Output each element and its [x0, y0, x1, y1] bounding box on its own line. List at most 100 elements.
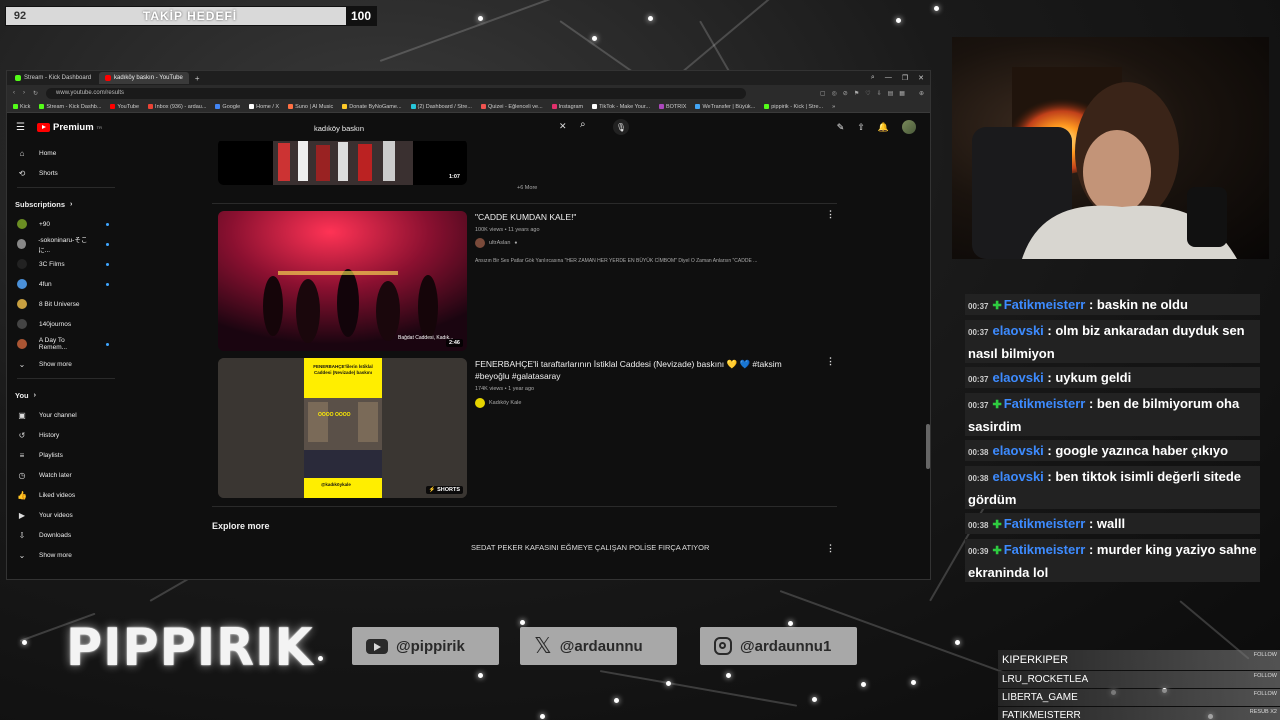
video-title[interactable]: SEDAT PEKER KAFASINI EĞMEYE ÇALIŞAN POLİ… — [471, 543, 709, 552]
sidebar-you-header[interactable]: You › — [7, 385, 125, 405]
more-actions-icon[interactable]: ⋮ — [826, 209, 835, 220]
sparkle-dot — [540, 714, 545, 719]
bookmark-item[interactable]: YouTube — [110, 104, 139, 110]
sidebar-item-home[interactable]: ⌂ Home — [7, 143, 125, 163]
notifications-icon[interactable]: 🔔 — [878, 122, 889, 133]
sidebar-item-your-videos[interactable]: ▶ Your videos — [7, 505, 125, 525]
chat-username[interactable]: elaovski — [992, 443, 1043, 458]
bookmark-favicon-icon — [249, 104, 255, 109]
bookmark-item[interactable]: Instagram — [551, 104, 583, 110]
create-icon[interactable]: ✎ — [837, 122, 845, 133]
new-tab-button[interactable]: + — [195, 74, 200, 83]
chat-username[interactable]: elaovski — [992, 469, 1043, 484]
bookmark-item[interactable]: pippirik - Kick | Stre... — [764, 104, 823, 110]
avatar[interactable] — [902, 120, 916, 134]
sidebar-item-subscription[interactable]: 8 Bit Universe — [7, 294, 125, 314]
profile-icon[interactable]: ⊕ — [919, 90, 924, 97]
channel-avatar — [17, 299, 27, 309]
bookmark-item[interactable]: Quizei - Eğlenceli ve... — [480, 104, 543, 110]
sidebar-subscriptions-header[interactable]: Subscriptions › — [7, 194, 125, 214]
bookmarks-overflow-icon[interactable]: » — [832, 104, 835, 110]
chat-separator: : — [1043, 469, 1056, 484]
video-thumbnail[interactable]: FENERBAHÇE'lilerin İstiklal Caddesi (Nev… — [218, 358, 467, 498]
sidebar-item-history[interactable]: ↺ History — [7, 425, 125, 445]
page-scrollbar[interactable] — [926, 424, 930, 469]
chat-username[interactable]: Fatikmeisterr — [1004, 516, 1086, 531]
sidebar-item-subscription[interactable]: 3C Films — [7, 254, 125, 274]
microphone-icon[interactable]: 🎙 — [613, 119, 629, 135]
restore-icon[interactable]: ❐ — [902, 74, 908, 82]
forward-icon[interactable]: › — [23, 90, 25, 96]
bookmark-item[interactable]: WeTransfer | Büyük... — [695, 104, 755, 110]
chat-username[interactable]: Fatikmeisterr — [1004, 297, 1086, 312]
sidebar-item-label: Playlists — [39, 451, 63, 459]
url-field[interactable]: www.youtube.com/results — [46, 87, 747, 99]
back-icon[interactable]: ‹ — [13, 90, 15, 96]
bookmark-item[interactable]: Google — [215, 104, 240, 110]
channel-link[interactable]: ultrAslan ● — [475, 238, 517, 248]
minimize-icon[interactable]: — — [885, 74, 892, 82]
sidebar-item-your-channel[interactable]: ▣ Your channel — [7, 405, 125, 425]
bookmark-item[interactable]: Kick — [13, 104, 30, 110]
chat-username[interactable]: elaovski — [992, 323, 1043, 338]
sidebar-item-subscription[interactable]: +90 — [7, 214, 125, 234]
more-actions-icon[interactable]: ⋮ — [826, 543, 835, 554]
channel-avatar — [17, 239, 27, 249]
video-thumbnail-previous[interactable]: 1:07 — [218, 141, 467, 185]
sidebar-item-liked-videos[interactable]: 👍 Liked videos — [7, 485, 125, 505]
video-title[interactable]: "CADDE KUMDAN KALE!" — [475, 211, 815, 223]
sidebar-item-playlists[interactable]: ≡ Playlists — [7, 445, 125, 465]
tab-kick-dashboard[interactable]: Stream - Kick Dashboard — [9, 72, 97, 84]
bookmark-item[interactable]: Suno | AI Music — [288, 104, 333, 110]
sidebar-item-subscription[interactable]: A Day To Remem... — [7, 334, 125, 354]
sidebar-item-show-more[interactable]: ⌄ Show more — [7, 545, 125, 565]
sidebar-item-show-more[interactable]: ⌄ Show more — [7, 354, 125, 374]
bookmark-item[interactable]: Stream - Kick Dashb... — [39, 104, 101, 110]
bookmark-favicon-icon — [13, 104, 18, 109]
chat-username[interactable]: Fatikmeisterr — [1004, 396, 1086, 411]
sidebar-item-downloads[interactable]: ⇩ Downloads — [7, 525, 125, 545]
sidebar-item-label: History — [39, 431, 60, 439]
chat-username[interactable]: elaovski — [992, 370, 1043, 385]
close-icon[interactable]: ✕ — [918, 74, 924, 82]
video-title[interactable]: FENERBAHÇE'li taraftarlarının İstiklal C… — [475, 358, 815, 382]
tab-youtube[interactable]: kadıköy baskın - YouTube — [99, 72, 189, 84]
upload-icon[interactable]: ⇧ — [857, 122, 865, 133]
video-thumbnail[interactable]: Bağdat Caddesi, Kadık... 2:46 — [218, 211, 467, 351]
sidebar-item-shorts[interactable]: ⟲ Shorts — [7, 163, 125, 183]
chat-username[interactable]: Fatikmeisterr — [1004, 542, 1086, 557]
hamburger-menu-icon[interactable]: ☰ — [16, 122, 28, 133]
background-streak — [379, 0, 588, 62]
search-icon[interactable]: ⌕ — [580, 119, 586, 130]
bookmark-item[interactable]: TikTok - Make Your... — [592, 104, 650, 110]
bookmark-item[interactable]: Inbox (936) - ardau... — [148, 104, 206, 110]
youtube-premium-logo[interactable]: Premium TR — [37, 122, 102, 133]
more-results-link[interactable]: +6 More — [517, 185, 537, 191]
bookmark-item[interactable]: Donate ByNoGame... — [342, 104, 402, 110]
sidebar-item-label: Your channel — [39, 411, 77, 419]
bookmark-label: YouTube — [117, 103, 140, 110]
sidebar-item-subscription[interactable]: 4fun — [7, 274, 125, 294]
sidebar-item-subscription[interactable]: 140journos — [7, 314, 125, 334]
sparkle-dot — [614, 698, 619, 703]
bookmark-label: Kick — [20, 103, 31, 110]
address-bar-row: ‹ › ↻ www.youtube.com/results ▢◎⊘⚑♡⇩▤▦ ⊕ — [7, 85, 930, 101]
sidebar-item-watch-later[interactable]: ◷ Watch later — [7, 465, 125, 485]
bookmark-item[interactable]: (2) Dashboard / Stre... — [410, 104, 472, 110]
extensions-icon[interactable]: ▢◎⊘⚑♡⇩▤▦ — [820, 90, 911, 97]
bookmark-item[interactable]: BOTRIX — [658, 104, 686, 110]
bookmark-item[interactable]: Home / X — [249, 104, 279, 110]
channel-link[interactable]: Kadıköy Kale — [475, 398, 521, 408]
social-youtube: @pippirik — [352, 627, 499, 665]
bookmark-label: Suno | AI Music — [295, 103, 334, 110]
thumbnail-image — [218, 358, 467, 498]
sidebar-divider — [17, 378, 115, 379]
clear-search-icon[interactable]: ✕ — [559, 121, 567, 132]
chat-separator: : — [1085, 396, 1097, 411]
search-tabs-icon[interactable]: ⌕ — [871, 74, 875, 82]
search-input[interactable]: kadıköy baskın — [306, 120, 576, 136]
sidebar-item-subscription[interactable]: -sokoninaru-そこに... — [7, 234, 125, 254]
event-username: LIBERTA_GAME — [1002, 692, 1078, 703]
more-actions-icon[interactable]: ⋮ — [826, 356, 835, 367]
reload-icon[interactable]: ↻ — [33, 90, 38, 97]
